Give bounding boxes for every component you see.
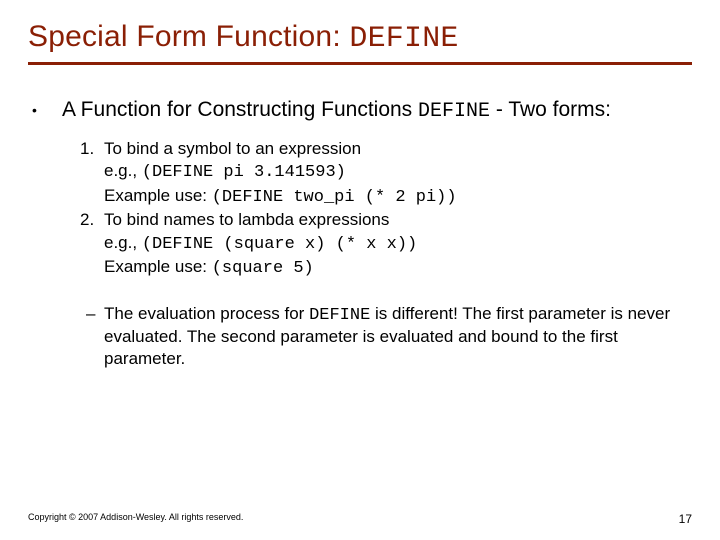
lead-code: DEFINE bbox=[418, 100, 490, 123]
item-line2-code: (DEFINE (square x) (* x x)) bbox=[142, 235, 417, 254]
item-number: 2. bbox=[80, 209, 104, 280]
sub-body: The evaluation process for DEFINE is dif… bbox=[104, 303, 692, 370]
title-text: Special Form Function: bbox=[28, 20, 349, 53]
list-item: 1. To bind a symbol to an expression e.g… bbox=[80, 138, 692, 209]
page-number: 17 bbox=[679, 512, 692, 526]
item-line3-label: Example use: bbox=[104, 257, 212, 276]
bullet-dot-icon: • bbox=[30, 97, 62, 124]
dash-icon: – bbox=[86, 303, 104, 370]
item-line1: To bind names to lambda expressions bbox=[104, 210, 389, 229]
lead-bullet: • A Function for Constructing Functions … bbox=[30, 97, 692, 124]
title-code: DEFINE bbox=[349, 22, 458, 56]
item-line1: To bind a symbol to an expression bbox=[104, 139, 361, 158]
slide-title: Special Form Function: DEFINE bbox=[28, 20, 692, 56]
sub-code: DEFINE bbox=[309, 306, 370, 325]
item-line3-code: (square 5) bbox=[212, 259, 314, 278]
copyright-text: Copyright © 2007 Addison-Wesley. All rig… bbox=[28, 512, 243, 526]
item-body: To bind a symbol to an expression e.g., … bbox=[104, 138, 692, 209]
item-body: To bind names to lambda expressions e.g.… bbox=[104, 209, 692, 280]
item-number: 1. bbox=[80, 138, 104, 209]
lead-part2: - Two forms: bbox=[490, 98, 611, 121]
footer: Copyright © 2007 Addison-Wesley. All rig… bbox=[28, 512, 692, 526]
ordered-list: 1. To bind a symbol to an expression e.g… bbox=[80, 138, 692, 281]
lead-text: A Function for Constructing Functions DE… bbox=[62, 97, 611, 124]
sub-bullet: – The evaluation process for DEFINE is d… bbox=[86, 303, 692, 370]
item-line3-label: Example use: bbox=[104, 186, 212, 205]
sub-text1: The evaluation process for bbox=[104, 304, 309, 323]
item-line2-code: (DEFINE pi 3.141593) bbox=[142, 163, 346, 182]
title-rule bbox=[28, 62, 692, 65]
list-item: 2. To bind names to lambda expressions e… bbox=[80, 209, 692, 280]
slide: Special Form Function: DEFINE • A Functi… bbox=[0, 0, 720, 540]
item-line2-label: e.g., bbox=[104, 233, 142, 252]
lead-part1: A Function for Constructing Functions bbox=[62, 98, 418, 121]
item-line2-label: e.g., bbox=[104, 161, 142, 180]
item-line3-code: (DEFINE two_pi (* 2 pi)) bbox=[212, 188, 457, 207]
